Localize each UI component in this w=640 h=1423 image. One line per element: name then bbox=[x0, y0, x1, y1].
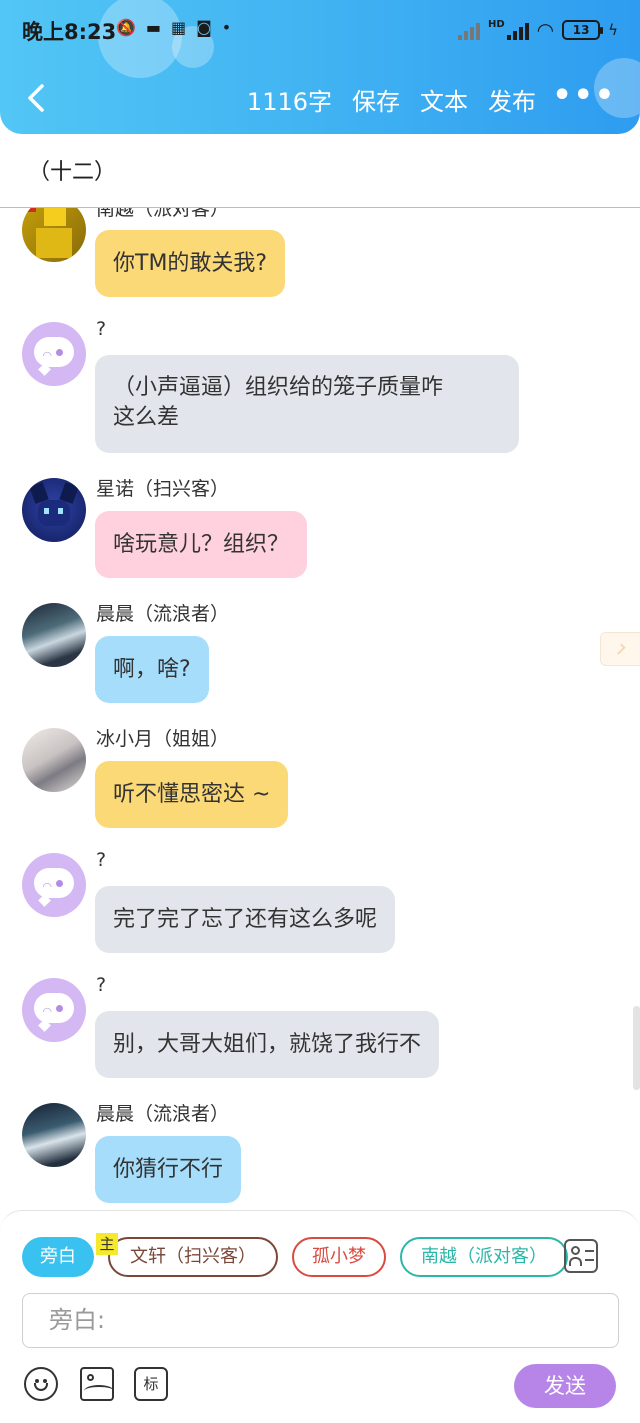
avatar[interactable]: ◠ bbox=[22, 978, 86, 1042]
back-button[interactable] bbox=[20, 80, 56, 116]
chapter-title[interactable]: （十二） bbox=[28, 154, 116, 186]
message-line: 这么差 bbox=[113, 405, 180, 430]
save-button[interactable]: 保存 bbox=[352, 82, 400, 117]
speaker-name: ? bbox=[96, 974, 107, 996]
role-chip[interactable]: 孤小梦 bbox=[292, 1237, 386, 1277]
speaker-name: 星诺（扫兴客） bbox=[96, 478, 230, 500]
charging-icon: ϟ bbox=[608, 21, 618, 39]
mute-icon: 🔕 bbox=[116, 18, 136, 37]
message-bubble[interactable]: 你猜行不行 bbox=[95, 1136, 242, 1203]
chat-list[interactable]: 南越（派对客） 你TM的敢关我? ◠ ? （小声逼逼）组织给的笼子质量咋 这么差… bbox=[0, 208, 640, 1210]
nav-bar: 1116字 保存 文本 发布 ••• bbox=[0, 62, 640, 134]
message-line: （小声逼逼）组织给的笼子质量咋 bbox=[113, 375, 444, 400]
avatar[interactable] bbox=[22, 478, 86, 542]
avatar[interactable]: ◠ bbox=[22, 853, 86, 917]
speaker-name: 冰小月（姐姐） bbox=[96, 728, 230, 750]
publish-button[interactable]: 发布 bbox=[488, 82, 536, 117]
battery-level: 13 bbox=[572, 23, 590, 37]
message-bubble[interactable]: 别，大哥大姐们，就饶了我行不 bbox=[95, 1011, 440, 1078]
owner-badge: 主 bbox=[96, 1233, 118, 1255]
image-icon[interactable] bbox=[80, 1367, 114, 1401]
text-button[interactable]: 文本 bbox=[420, 82, 468, 117]
battery-icon: 13 bbox=[562, 20, 604, 40]
mark-button[interactable]: 标 bbox=[134, 1367, 168, 1401]
status-right: HD ◠ 13 ϟ bbox=[457, 18, 618, 42]
message-input[interactable]: 旁白: bbox=[22, 1293, 619, 1348]
message-bubble[interactable]: （小声逼逼）组织给的笼子质量咋 这么差 bbox=[95, 355, 519, 453]
composer-panel: 旁白 文轩（扫兴客） 孤小梦 南越（派对客） 主 旁白: 标 发送 bbox=[0, 1210, 640, 1423]
avatar[interactable] bbox=[22, 728, 86, 792]
emoji-icon[interactable] bbox=[24, 1367, 58, 1401]
message-bubble[interactable]: 听不懂思密达 ~ bbox=[95, 761, 289, 828]
status-time: 晚上8:23 bbox=[22, 20, 117, 44]
status-bar: 晚上8:23 🔕 ▬ ▦ ◙ • HD ◠ 13 ϟ bbox=[0, 0, 640, 62]
role-list-button[interactable] bbox=[564, 1239, 598, 1273]
role-chip-narration[interactable]: 旁白 bbox=[22, 1237, 94, 1277]
message-bubble[interactable]: 完了完了忘了还有这么多呢 bbox=[95, 886, 396, 953]
chevron-left-icon bbox=[28, 84, 44, 112]
app-icon: ◙ bbox=[196, 18, 212, 37]
floating-side-tab[interactable] bbox=[600, 632, 640, 666]
dot-icon: • bbox=[221, 18, 232, 37]
speaker-name: 晨晨（流浪者） bbox=[96, 603, 230, 625]
send-button[interactable]: 发送 bbox=[514, 1364, 616, 1408]
message-bubble[interactable]: 你TM的敢关我? bbox=[95, 230, 286, 297]
avatar[interactable] bbox=[22, 603, 86, 667]
signal-weak-icon bbox=[457, 20, 480, 40]
message-bubble[interactable]: 啊，啥? bbox=[95, 636, 209, 703]
word-count: 1116字 bbox=[246, 88, 332, 116]
avatar[interactable]: ◠ bbox=[22, 322, 86, 386]
role-chip[interactable]: 文轩（扫兴客） bbox=[108, 1237, 278, 1277]
speaker-name: ? bbox=[96, 849, 107, 871]
app-icon: ▦ bbox=[171, 18, 187, 37]
notification-icons: 🔕 ▬ ▦ ◙ • bbox=[116, 18, 231, 37]
more-button[interactable]: ••• bbox=[552, 81, 616, 111]
notification-icon: ▬ bbox=[145, 18, 162, 37]
speaker-name: 晨晨（流浪者） bbox=[96, 1103, 230, 1125]
avatar[interactable] bbox=[22, 208, 86, 262]
wifi-icon: ◠ bbox=[536, 18, 555, 42]
message-bubble[interactable]: 啥玩意儿？组织？ bbox=[95, 511, 308, 578]
signal-icon bbox=[506, 20, 529, 40]
role-chip[interactable]: 南越（派对客） bbox=[400, 1237, 568, 1277]
avatar[interactable] bbox=[22, 1103, 86, 1167]
chevron-right-icon bbox=[614, 643, 626, 655]
top-header: 晚上8:23 🔕 ▬ ▦ ◙ • HD ◠ 13 ϟ 1116字 保存 文本 发… bbox=[0, 0, 640, 134]
nav-actions: 1116字 保存 文本 发布 bbox=[247, 82, 536, 117]
hd-label: HD bbox=[487, 18, 505, 30]
speaker-name: 南越（派对客） bbox=[96, 208, 230, 220]
scrollbar-thumb[interactable] bbox=[633, 1006, 640, 1090]
speaker-name: ? bbox=[96, 318, 107, 340]
